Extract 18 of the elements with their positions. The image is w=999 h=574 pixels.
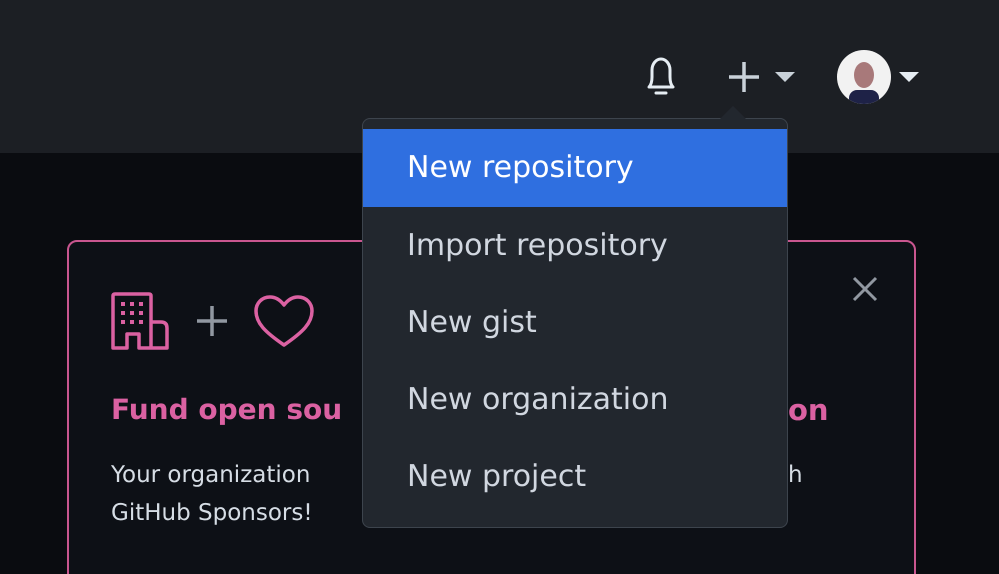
plus-icon[interactable] bbox=[727, 60, 761, 94]
caret-icon[interactable] bbox=[775, 72, 795, 82]
plus-icon bbox=[195, 304, 229, 338]
card-heading: on bbox=[788, 392, 830, 429]
menu-item[interactable]: New gist bbox=[363, 284, 787, 361]
menu-item[interactable]: Import repository bbox=[363, 207, 787, 284]
card-text: Your organization bbox=[111, 461, 312, 490]
caret-icon[interactable] bbox=[899, 72, 919, 82]
menu-item[interactable]: New repository bbox=[363, 129, 787, 207]
menu-item[interactable]: New organization bbox=[363, 361, 787, 438]
card-heading: Fund open sou bbox=[111, 392, 344, 428]
heart-icon bbox=[253, 294, 315, 348]
menu-item[interactable]: New project bbox=[363, 438, 787, 515]
avatar-icon[interactable] bbox=[837, 50, 891, 104]
card-text: h bbox=[788, 461, 804, 490]
card-text: GitHub Sponsors! bbox=[111, 499, 314, 528]
building-icon bbox=[111, 292, 171, 350]
close-icon[interactable] bbox=[852, 276, 878, 302]
